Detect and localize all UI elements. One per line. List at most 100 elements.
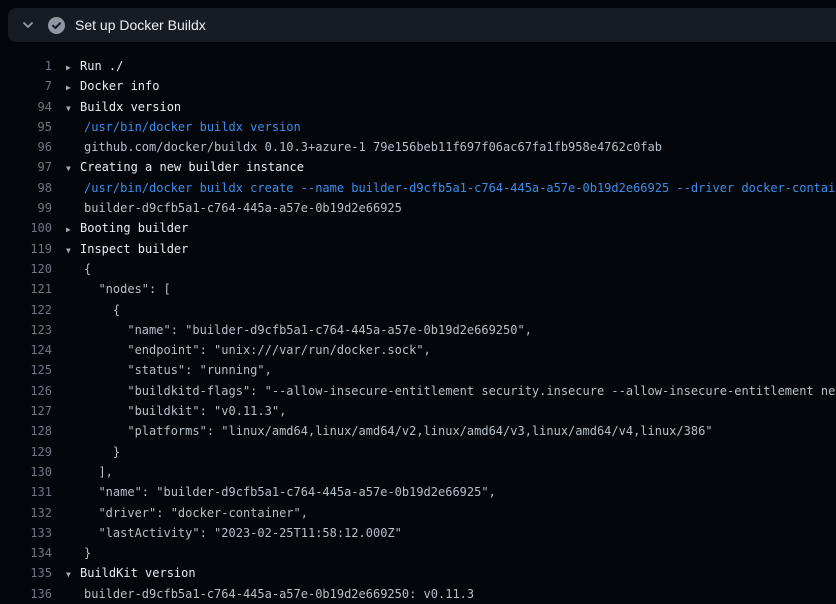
- triangle-right-icon: ▶: [66, 220, 80, 238]
- line-number[interactable]: 97: [0, 157, 52, 177]
- line-number[interactable]: 128: [0, 421, 52, 441]
- line-number[interactable]: 135: [0, 563, 52, 583]
- triangle-right-icon: ▶: [66, 78, 80, 96]
- line-number[interactable]: 134: [0, 543, 52, 563]
- log-line: 126 "buildkitd-flags": "--allow-insecure…: [0, 381, 836, 401]
- output-line: "buildkit": "v0.11.3",: [66, 401, 286, 421]
- log-line: 132 "driver": "docker-container",: [0, 503, 836, 523]
- check-circle-icon: [48, 17, 65, 34]
- group-title: Booting builder: [80, 218, 188, 238]
- triangle-down-icon: ▼: [66, 99, 80, 117]
- group-title: Inspect builder: [80, 239, 188, 259]
- output-line: "endpoint": "unix:///var/run/docker.sock…: [66, 340, 431, 360]
- line-number[interactable]: 98: [0, 178, 52, 198]
- line-number[interactable]: 136: [0, 584, 52, 604]
- line-number[interactable]: 7: [0, 76, 52, 96]
- log-group-toggle[interactable]: ▼Buildx version: [66, 97, 181, 117]
- line-number[interactable]: 123: [0, 320, 52, 340]
- log-line: 119 ▼Inspect builder: [0, 239, 836, 259]
- command-line: /usr/bin/docker buildx version: [66, 117, 301, 137]
- line-number[interactable]: 1: [0, 56, 52, 76]
- output-line: "lastActivity": "2023-02-25T11:58:12.000…: [66, 523, 402, 543]
- log-line: 100 ▶Booting builder: [0, 218, 836, 238]
- log-line: 1 ▶Run ./: [0, 56, 836, 76]
- output-line: {: [66, 300, 120, 320]
- log-line: 136 builder-d9cfb5a1-c764-445a-a57e-0b19d…: [0, 584, 836, 604]
- log-group-toggle[interactable]: ▶Run ./: [66, 56, 123, 76]
- group-title: Buildx version: [80, 97, 181, 117]
- log-line: 7 ▶Docker info: [0, 76, 836, 96]
- line-number[interactable]: 127: [0, 401, 52, 421]
- line-number[interactable]: 133: [0, 523, 52, 543]
- line-number[interactable]: 95: [0, 117, 52, 137]
- output-line: }: [66, 543, 91, 563]
- step-title: Set up Docker Buildx: [75, 17, 206, 33]
- output-line: "nodes": [: [66, 279, 171, 299]
- log-line: 124 "endpoint": "unix:///var/run/docker.…: [0, 340, 836, 360]
- triangle-right-icon: ▶: [66, 58, 80, 76]
- line-number[interactable]: 131: [0, 482, 52, 502]
- line-number[interactable]: 126: [0, 381, 52, 401]
- log-group-toggle[interactable]: ▶Docker info: [66, 76, 159, 96]
- log-line: 95/usr/bin/docker buildx version: [0, 117, 836, 137]
- output-line: "name": "builder-d9cfb5a1-c764-445a-a57e…: [66, 482, 496, 502]
- log-line: 122 {: [0, 300, 836, 320]
- line-number[interactable]: 125: [0, 360, 52, 380]
- log-line: 125 "status": "running",: [0, 360, 836, 380]
- log-group-toggle[interactable]: ▼BuildKit version: [66, 563, 196, 583]
- line-number[interactable]: 124: [0, 340, 52, 360]
- log-line: 98/usr/bin/docker buildx create --name b…: [0, 178, 836, 198]
- line-number[interactable]: 94: [0, 97, 52, 117]
- step-header[interactable]: Set up Docker Buildx: [8, 8, 836, 42]
- log-line: 123 "name": "builder-d9cfb5a1-c764-445a-…: [0, 320, 836, 340]
- group-title: Run ./: [80, 56, 123, 76]
- output-line: builder-d9cfb5a1-c764-445a-a57e-0b19d2e6…: [66, 198, 402, 218]
- log-line: 94 ▼Buildx version: [0, 97, 836, 117]
- triangle-down-icon: ▼: [66, 159, 80, 177]
- log-line: 121 "nodes": [: [0, 279, 836, 299]
- chevron-down-icon[interactable]: [22, 19, 34, 31]
- log-line: 134}: [0, 543, 836, 563]
- log-line: 99 builder-d9cfb5a1-c764-445a-a57e-0b19d2…: [0, 198, 836, 218]
- output-line: builder-d9cfb5a1-c764-445a-a57e-0b19d2e6…: [66, 584, 474, 604]
- group-title: BuildKit version: [80, 563, 196, 583]
- log-line: 120 {: [0, 259, 836, 279]
- line-number[interactable]: 100: [0, 218, 52, 238]
- line-number[interactable]: 120: [0, 259, 52, 279]
- output-line: "name": "builder-d9cfb5a1-c764-445a-a57e…: [66, 320, 532, 340]
- log-group-toggle[interactable]: ▼Inspect builder: [66, 239, 188, 259]
- log-line: 135 ▼BuildKit version: [0, 563, 836, 583]
- group-title: Creating a new builder instance: [80, 157, 304, 177]
- command-line: /usr/bin/docker buildx create --name bui…: [66, 178, 836, 198]
- log-area: 1▶Run ./7▶Docker info94▼Buildx version95…: [0, 42, 836, 604]
- output-line: "buildkitd-flags": "--allow-insecure-ent…: [66, 381, 836, 401]
- output-line: "status": "running",: [66, 360, 272, 380]
- log-line: 130 ],: [0, 462, 836, 482]
- log-line: 97 ▼Creating a new builder instance: [0, 157, 836, 177]
- output-line: "driver": "docker-container",: [66, 503, 308, 523]
- log-line: 133 "lastActivity": "2023-02-25T11:58:12…: [0, 523, 836, 543]
- output-line: github.com/docker/buildx 0.10.3+azure-1 …: [66, 137, 662, 157]
- output-line: ],: [66, 462, 113, 482]
- log-line: 129 }: [0, 442, 836, 462]
- line-number[interactable]: 121: [0, 279, 52, 299]
- line-number[interactable]: 130: [0, 462, 52, 482]
- output-line: {: [66, 259, 91, 279]
- line-number[interactable]: 99: [0, 198, 52, 218]
- triangle-down-icon: ▼: [66, 241, 80, 259]
- group-title: Docker info: [80, 76, 159, 96]
- line-number[interactable]: 96: [0, 137, 52, 157]
- log-group-toggle[interactable]: ▶Booting builder: [66, 218, 188, 238]
- line-number[interactable]: 129: [0, 442, 52, 462]
- line-number[interactable]: 132: [0, 503, 52, 523]
- triangle-down-icon: ▼: [66, 565, 80, 583]
- log-group-toggle[interactable]: ▼Creating a new builder instance: [66, 157, 304, 177]
- log-line: 96 github.com/docker/buildx 0.10.3+azure-…: [0, 137, 836, 157]
- log-line: 128 "platforms": "linux/amd64,linux/amd6…: [0, 421, 836, 441]
- output-line: "platforms": "linux/amd64,linux/amd64/v2…: [66, 421, 713, 441]
- line-number[interactable]: 119: [0, 239, 52, 259]
- log-line: 127 "buildkit": "v0.11.3",: [0, 401, 836, 421]
- log-line: 131 "name": "builder-d9cfb5a1-c764-445a-…: [0, 482, 836, 502]
- output-line: }: [66, 442, 120, 462]
- line-number[interactable]: 122: [0, 300, 52, 320]
